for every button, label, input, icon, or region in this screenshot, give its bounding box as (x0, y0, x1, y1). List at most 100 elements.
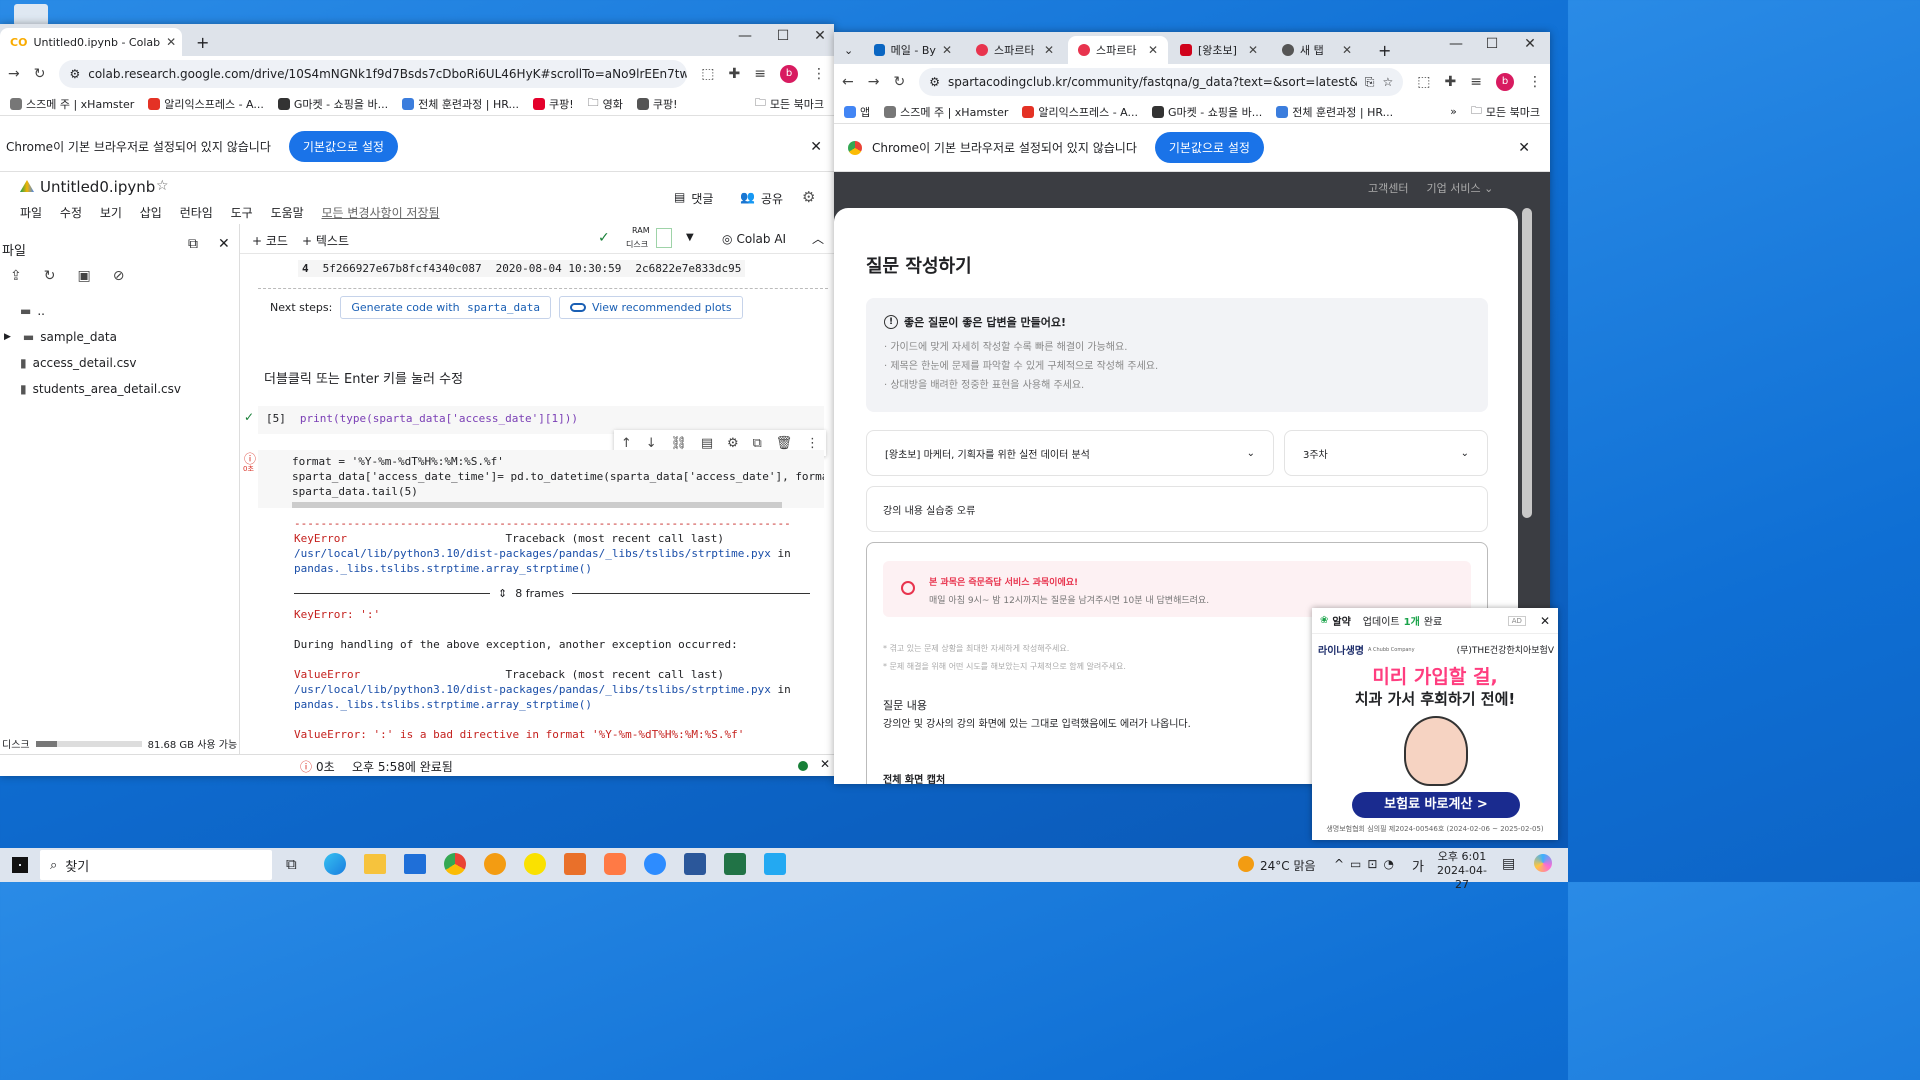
close-tab-icon[interactable]: ✕ (1248, 43, 1258, 57)
chrome-taskbar-icon[interactable] (444, 853, 466, 875)
task-view-icon[interactable]: ⧉ (286, 855, 297, 873)
reload-icon[interactable]: ↻ (34, 66, 46, 82)
new-tab-button[interactable]: + (1368, 36, 1401, 64)
menu-view[interactable]: 보기 (100, 206, 122, 220)
collapse-icon[interactable]: ︿ (812, 230, 824, 247)
expand-panel-icon[interactable]: ⧉ (188, 236, 198, 252)
site-info-icon[interactable]: ⚙ (69, 67, 80, 81)
file-item[interactable]: ▬ .. (0, 298, 240, 324)
media-icon[interactable]: ≡ (754, 66, 766, 82)
search-app-icon[interactable] (484, 853, 506, 875)
tab-sparta-2[interactable]: 스파르타 ✕ (1068, 36, 1168, 64)
menu-edit[interactable]: 수정 (60, 206, 82, 220)
move-down-icon[interactable]: ↓ (646, 436, 657, 451)
system-tray[interactable]: ^▭⊡◔ (1334, 857, 1400, 871)
bookmark-folder[interactable]: 🗀 영화 (588, 94, 623, 113)
text-cell[interactable]: 더블클릭 또는 Enter 키를 눌러 수정 (264, 368, 463, 387)
tab-search-button[interactable]: ⌄ (838, 36, 862, 64)
clock[interactable]: 오후 6:01 2024-04-27 (1432, 850, 1492, 892)
bookmark-item[interactable]: 전체 훈련과정 | HR... (402, 96, 519, 112)
tab-colab[interactable]: CO Untitled0.ipynb - Colab ✕ (0, 28, 182, 56)
copilot-icon[interactable] (1534, 854, 1552, 872)
install-icon[interactable]: ⎘ (1365, 75, 1375, 90)
set-default-button[interactable]: 기본값으로 설정 (288, 131, 398, 162)
traceback-link[interactable]: /usr/local/lib/python3.10/dist-packages/… (294, 547, 771, 560)
site-info-icon[interactable]: ⚙ (929, 75, 940, 89)
recycle-bin-icon[interactable] (14, 4, 48, 26)
add-code-button[interactable]: + 코드 (252, 232, 288, 249)
menu-icon[interactable]: ⋮ (1528, 74, 1542, 90)
menu-file[interactable]: 파일 (20, 206, 42, 220)
bookmark-item[interactable]: G마켓 - 쇼핑을 바... (1152, 104, 1262, 120)
frames-toggle[interactable]: ⇕ 8 frames (294, 586, 824, 601)
edge-icon[interactable] (324, 853, 346, 875)
question-body-text[interactable]: 강의안 및 강사의 강의 화면에 있는 그대로 입력했음에도 에러가 나옵니다. (883, 715, 1191, 730)
mirror-icon[interactable]: ⧉ (753, 436, 762, 451)
close-infobar-icon[interactable]: ✕ (1518, 140, 1530, 156)
drive-mount-icon[interactable]: ▣ (77, 268, 90, 284)
error-code-cell[interactable]: format = '%Y-%m-%dT%H%:%M:%S.%f' sparta_… (258, 450, 824, 508)
delete-icon[interactable]: 🗑 (776, 436, 793, 451)
word-icon[interactable] (684, 853, 706, 875)
customer-center-link[interactable]: 고객센터 (1368, 180, 1408, 196)
error-status-icon[interactable]: ⓘ (300, 758, 312, 775)
close-tab-icon[interactable]: ✕ (166, 35, 176, 49)
bookmark-item[interactable]: 쿠팡! (636, 96, 678, 112)
refresh-icon[interactable]: ↻ (44, 268, 56, 284)
maximize-button[interactable]: ☐ (1474, 36, 1510, 52)
extension-icon[interactable]: ⬚ (1417, 74, 1430, 90)
tab-course[interactable]: [왕초보] ✕ (1170, 36, 1268, 64)
course-select[interactable]: [왕초보] 마케터, 기획자를 위한 실전 데이터 분석 ⌄ (866, 430, 1274, 476)
puzzle-icon[interactable]: ✚ (1445, 74, 1457, 90)
menu-icon[interactable]: ⋮ (812, 66, 826, 82)
bookmark-item[interactable]: 스즈메 주 | xHamster (10, 96, 134, 112)
menu-insert[interactable]: 삽입 (140, 206, 162, 220)
forward-icon[interactable]: → (8, 66, 20, 82)
close-panel-icon[interactable]: ✕ (218, 236, 230, 252)
notebook-title[interactable]: Untitled0.ipynb (40, 178, 155, 196)
bookmark-item[interactable]: 알리익스프레스 - A... (148, 96, 264, 112)
notification-icon[interactable]: ▤ (1502, 856, 1515, 872)
mail-icon[interactable] (404, 854, 426, 874)
tab-mail[interactable]: 메일 - By ✕ (864, 36, 962, 64)
menu-tools[interactable]: 도구 (231, 206, 253, 220)
horizontal-scrollbar[interactable] (292, 502, 782, 508)
star-icon[interactable]: ☆ (156, 178, 169, 194)
voice-app-icon[interactable] (604, 853, 626, 875)
ime-indicator[interactable]: 가 (1412, 856, 1424, 875)
chevron-right-icon[interactable]: ▶ (4, 332, 11, 342)
profile-avatar[interactable]: b (780, 65, 798, 83)
close-tab-icon[interactable]: ✕ (1148, 43, 1158, 57)
close-ad-icon[interactable]: ✕ (1540, 614, 1550, 628)
windows-start-icon[interactable] (12, 857, 28, 873)
address-bar[interactable]: ⚙ colab.research.google.com/drive/10S4mN… (59, 60, 688, 88)
back-icon[interactable]: ← (842, 74, 854, 90)
file-item[interactable]: ▮ students_area_detail.csv (0, 376, 240, 402)
close-window-button[interactable]: ✕ (1512, 36, 1548, 52)
zoom-icon[interactable] (644, 853, 666, 875)
forward-icon[interactable]: → (868, 74, 880, 90)
bookmark-item[interactable]: 스즈메 주 | xHamster (884, 104, 1008, 120)
media-icon[interactable]: ≡ (1470, 74, 1482, 90)
bookmark-star-icon[interactable]: ☆ (1383, 75, 1394, 89)
more-bookmarks-icon[interactable]: » (1450, 105, 1457, 118)
close-infobar-icon[interactable]: ✕ (810, 139, 822, 155)
file-item[interactable]: ▶ ▬ sample_data (0, 324, 240, 350)
minimize-button[interactable]: — (1438, 36, 1474, 52)
weather-text[interactable]: 24°C 맑음 (1260, 857, 1316, 874)
tab-new[interactable]: 새 탭 ✕ (1272, 36, 1362, 64)
vscode-icon[interactable] (764, 853, 786, 875)
bookmark-item[interactable]: 전체 훈련과정 | HR... (1276, 104, 1393, 120)
minimize-button[interactable]: — (727, 28, 763, 44)
comment-icon[interactable]: ▤ (701, 436, 713, 451)
kakaotalk-icon[interactable] (524, 853, 546, 875)
add-text-button[interactable]: + 텍스트 (302, 232, 349, 249)
hide-icon[interactable]: ⊘ (113, 268, 125, 284)
menu-runtime[interactable]: 런타임 (180, 206, 213, 220)
generate-code-button[interactable]: Generate code with sparta_data (340, 296, 551, 319)
maximize-button[interactable]: ☐ (765, 28, 801, 44)
link-icon[interactable]: ⛓ (670, 436, 687, 451)
bookmark-item[interactable]: G마켓 - 쇼핑을 바... (277, 96, 388, 112)
address-bar[interactable]: ⚙ spartacodingclub.kr/community/fastqna/… (919, 68, 1404, 96)
profile-avatar[interactable]: b (1496, 73, 1514, 91)
